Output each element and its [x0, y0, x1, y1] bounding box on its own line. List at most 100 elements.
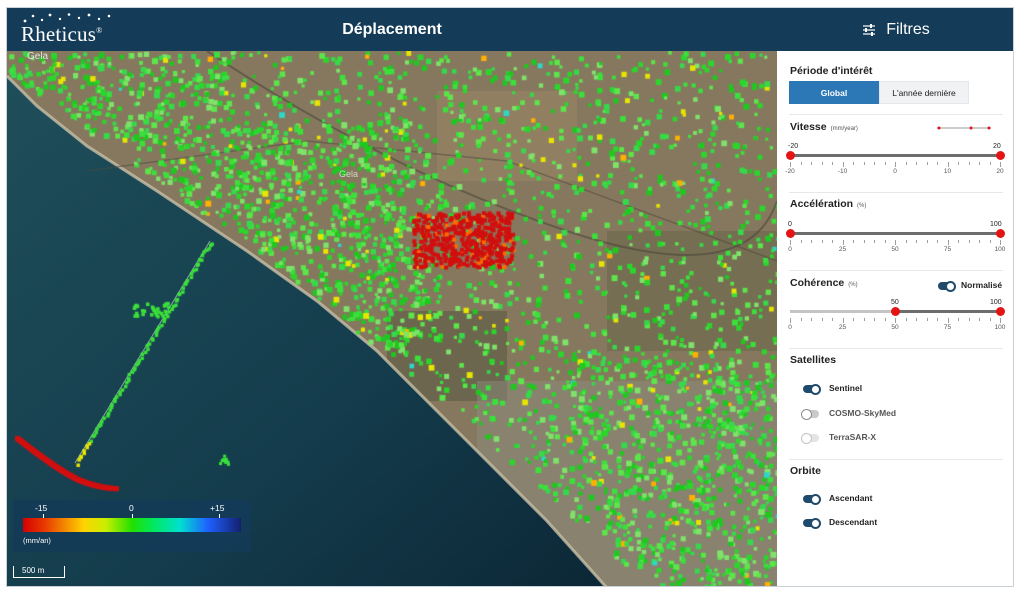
slider-tick	[811, 318, 812, 321]
slider-tick	[800, 240, 802, 243]
slider-tick	[916, 240, 917, 243]
scale-bar: 500 m	[13, 566, 65, 578]
slider-fill	[790, 232, 1000, 235]
legend-max-label: +15	[210, 503, 225, 513]
slider-tick	[926, 162, 928, 165]
legend-mid-label: 0	[129, 503, 134, 513]
slider-high-thumb[interactable]	[995, 229, 1005, 238]
slider-fill	[895, 310, 1000, 313]
slider-tick	[895, 318, 896, 323]
coherence-range-slider[interactable]: 50 100 0 25 50 75 100	[788, 299, 1005, 331]
terrasar-x-toggle[interactable]	[801, 432, 819, 444]
acceleration-high-value: 100	[990, 221, 1002, 228]
slider-low-thumb[interactable]	[785, 229, 795, 238]
terrasar-x-label: TerraSAR-X	[829, 432, 877, 442]
top-bar: Rheticus® Déplacement Filtres	[7, 8, 1013, 51]
slider-tick	[821, 240, 823, 243]
slider-tick	[947, 162, 949, 167]
coherence-title: Cohérence (%)	[790, 277, 858, 289]
slider-tick	[800, 162, 802, 165]
slider-tick	[1000, 240, 1001, 245]
slider-tick	[905, 318, 907, 321]
slider-tick	[811, 240, 812, 243]
slider-tick	[842, 318, 844, 323]
coherence-low-value: 50	[891, 299, 899, 306]
slider-tick	[979, 240, 980, 243]
acceleration-range-slider[interactable]: 0 100 0 25 50 75 100	[785, 221, 1005, 253]
velocity-low-value: -20	[788, 143, 799, 150]
slider-tick	[926, 240, 928, 243]
slider-tick	[832, 162, 833, 165]
slider-fill	[790, 154, 1000, 157]
acceleration-title: Accélération (%)	[790, 198, 867, 210]
slider-tick	[937, 318, 938, 321]
slider-tick-label: -20	[785, 168, 795, 175]
slider-tick-label: 25	[838, 324, 847, 331]
slider-tick	[958, 240, 959, 243]
scale-bar-label: 500 m	[22, 566, 45, 575]
orbit-title: Orbite	[790, 465, 821, 477]
ascending-toggle[interactable]	[803, 493, 821, 505]
slider-tick	[895, 162, 896, 167]
slider-tick	[790, 318, 791, 323]
velocity-range-slider[interactable]: -20 20 -20 -10 0 10 20	[785, 143, 1005, 175]
slider-tick-label: -10	[837, 168, 848, 175]
slider-tick	[1000, 318, 1001, 323]
slider-tick	[853, 318, 854, 321]
satellites-title: Satellites	[790, 354, 837, 366]
ascending-label: Ascendant	[829, 493, 873, 503]
legend-unit: (mm/an)	[23, 536, 51, 545]
slider-tick	[937, 240, 938, 243]
slider-tick-label: 50	[891, 324, 899, 331]
slider-tick-label: 100	[994, 246, 1006, 253]
coherence-high-value: 100	[990, 299, 1002, 306]
slider-tick	[853, 240, 854, 243]
app-window: Rheticus® Déplacement Filtres Gela Gela …	[6, 7, 1014, 587]
descending-label: Descendant	[829, 517, 878, 527]
slider-tick-label: 10	[943, 168, 952, 175]
slider-tick	[853, 162, 854, 165]
period-option-last-year[interactable]: L'année dernière	[879, 81, 969, 104]
slider-tick	[884, 240, 886, 243]
map-view[interactable]: Gela Gela -15 0 +15 (mm/an) 500 m	[7, 51, 777, 586]
slider-tick	[947, 240, 949, 245]
slider-low-thumb[interactable]	[785, 151, 795, 160]
slider-high-thumb[interactable]	[995, 151, 1005, 160]
slider-tick	[989, 162, 991, 165]
period-option-global[interactable]: Global	[789, 81, 879, 104]
slider-tick	[790, 240, 791, 245]
slider-tick	[790, 162, 791, 167]
slider-tick	[821, 162, 823, 165]
slider-tick	[874, 318, 875, 321]
slider-high-thumb[interactable]	[995, 307, 1005, 316]
slider-tick	[884, 318, 886, 321]
cosmo-skymed-toggle[interactable]	[801, 408, 819, 420]
velocity-title: Vitesse (mm/year)	[790, 121, 858, 133]
slider-tick	[874, 240, 875, 243]
slider-tick	[926, 318, 928, 321]
slider-tick	[905, 240, 907, 243]
slider-tick-label: 50	[891, 246, 899, 253]
slider-tick	[937, 162, 938, 165]
normalized-toggle[interactable]	[938, 280, 956, 292]
slider-tick	[989, 240, 991, 243]
slider-tick	[895, 240, 896, 245]
slider-tick	[884, 162, 886, 165]
slider-tick	[821, 318, 823, 321]
slider-tick	[958, 318, 959, 321]
filters-panel: Période d'intérêt Global L'année dernièr…	[777, 51, 1013, 586]
filters-header-button[interactable]: Filtres	[777, 8, 1013, 51]
slider-tick	[958, 162, 959, 165]
slider-tick	[863, 318, 865, 321]
map-place-label: Gela	[27, 51, 49, 62]
slider-tick	[863, 240, 865, 243]
legend-min-label: -15	[35, 503, 48, 513]
sentinel-toggle[interactable]	[803, 383, 821, 395]
acceleration-low-value: 0	[788, 221, 792, 228]
slider-low-thumb[interactable]	[890, 307, 900, 316]
filters-title: Filtres	[886, 20, 930, 38]
descending-toggle[interactable]	[803, 517, 821, 529]
slider-tick-label: 100	[994, 324, 1006, 331]
slider-tick	[905, 162, 907, 165]
slider-tick	[916, 318, 917, 321]
